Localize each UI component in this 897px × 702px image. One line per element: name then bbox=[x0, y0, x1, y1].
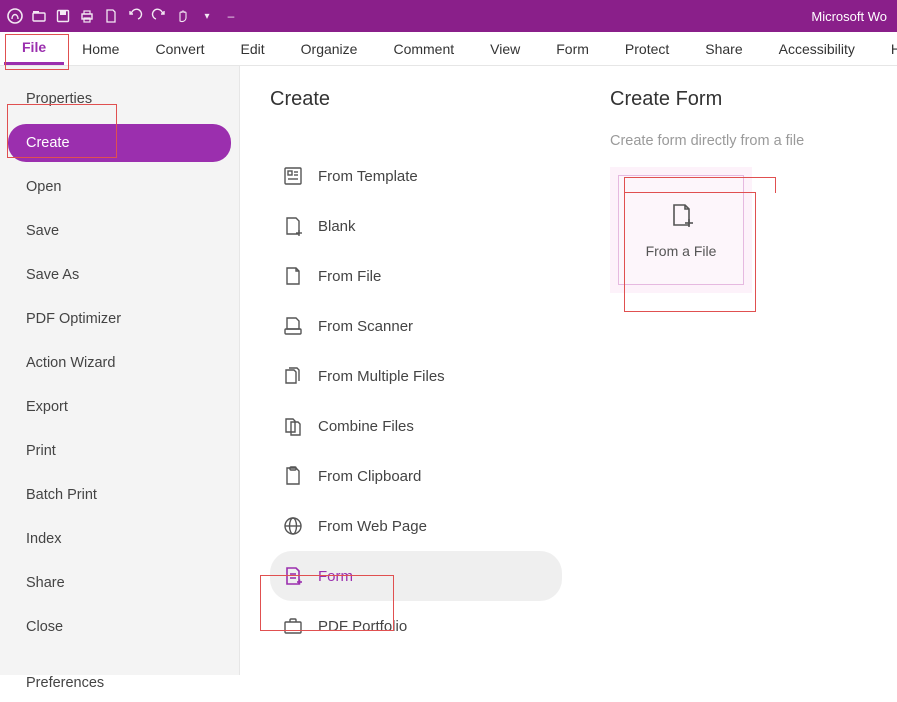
sidebar-item-close[interactable]: Close bbox=[8, 608, 231, 646]
create-form-subtitle: Create form directly from a file bbox=[610, 133, 879, 149]
save-icon[interactable] bbox=[54, 7, 72, 25]
open-icon[interactable] bbox=[30, 7, 48, 25]
tile-highlight-wrap: From a File bbox=[610, 167, 752, 293]
create-from-web-page[interactable]: From Web Page bbox=[270, 501, 562, 551]
web-icon bbox=[282, 515, 304, 537]
create-item-label: Blank bbox=[318, 218, 356, 235]
tab-comment[interactable]: Comment bbox=[375, 32, 472, 65]
sidebar-item-share[interactable]: Share bbox=[8, 564, 231, 602]
tile-label: From a File bbox=[646, 243, 717, 259]
sidebar-item-pdf-optimizer[interactable]: PDF Optimizer bbox=[8, 300, 231, 338]
quick-access-toolbar: ▾ ‒ bbox=[6, 7, 240, 25]
app-logo-icon[interactable] bbox=[6, 7, 24, 25]
create-item-label: Form bbox=[318, 568, 353, 585]
scanner-icon bbox=[282, 315, 304, 337]
more-dash-icon[interactable]: ‒ bbox=[222, 7, 240, 25]
create-from-scanner[interactable]: From Scanner bbox=[270, 301, 562, 351]
file-plus-icon bbox=[667, 201, 695, 229]
tab-protect[interactable]: Protect bbox=[607, 32, 687, 65]
portfolio-icon bbox=[282, 615, 304, 637]
redo-icon[interactable] bbox=[150, 7, 168, 25]
sidebar-item-print[interactable]: Print bbox=[8, 432, 231, 470]
tab-form[interactable]: Form bbox=[538, 32, 607, 65]
create-from-file[interactable]: From File bbox=[270, 251, 562, 301]
document-title: Microsoft Wo bbox=[811, 9, 891, 24]
sidebar-item-properties[interactable]: Properties bbox=[8, 80, 231, 118]
sidebar-item-batch-print[interactable]: Batch Print bbox=[8, 476, 231, 514]
undo-icon[interactable] bbox=[126, 7, 144, 25]
tab-file[interactable]: File bbox=[4, 32, 64, 65]
print-icon[interactable] bbox=[78, 7, 96, 25]
blank-icon bbox=[282, 215, 304, 237]
tab-home[interactable]: Home bbox=[64, 32, 137, 65]
create-options-panel: Create From Template Blank From File bbox=[240, 66, 580, 675]
create-pdf-portfolio[interactable]: PDF Portfolio bbox=[270, 601, 562, 651]
tab-edit[interactable]: Edit bbox=[223, 32, 283, 65]
sidebar-item-action-wizard[interactable]: Action Wizard bbox=[8, 344, 231, 382]
title-bar: ▾ ‒ Microsoft Wo bbox=[0, 0, 897, 32]
template-icon bbox=[282, 165, 304, 187]
create-heading: Create bbox=[270, 88, 562, 111]
create-blank[interactable]: Blank bbox=[270, 201, 562, 251]
from-a-file-tile[interactable]: From a File bbox=[618, 175, 744, 285]
file-icon bbox=[282, 265, 304, 287]
file-backstage: Properties Create Open Save Save As PDF … bbox=[0, 66, 897, 675]
clipboard-icon bbox=[282, 465, 304, 487]
create-item-label: From Web Page bbox=[318, 518, 427, 535]
create-item-label: Combine Files bbox=[318, 418, 414, 435]
create-form-panel: Create Form Create form directly from a … bbox=[580, 66, 897, 675]
sidebar-item-export[interactable]: Export bbox=[8, 388, 231, 426]
tab-help-truncated[interactable]: H bbox=[873, 32, 897, 65]
tab-view[interactable]: View bbox=[472, 32, 538, 65]
page-icon[interactable] bbox=[102, 7, 120, 25]
combine-icon bbox=[282, 415, 304, 437]
tab-share[interactable]: Share bbox=[687, 32, 760, 65]
hand-icon[interactable] bbox=[174, 7, 192, 25]
create-combine-files[interactable]: Combine Files bbox=[270, 401, 562, 451]
sidebar-item-preferences[interactable]: Preferences bbox=[8, 664, 231, 702]
create-item-label: From Template bbox=[318, 168, 418, 185]
sidebar-item-save[interactable]: Save bbox=[8, 212, 231, 250]
backstage-sidebar: Properties Create Open Save Save As PDF … bbox=[0, 66, 240, 675]
form-icon bbox=[282, 565, 304, 587]
dropdown-caret-icon[interactable]: ▾ bbox=[198, 7, 216, 25]
create-from-template[interactable]: From Template bbox=[270, 151, 562, 201]
create-item-label: From File bbox=[318, 268, 381, 285]
tab-convert[interactable]: Convert bbox=[137, 32, 222, 65]
ribbon-tabs: File Home Convert Edit Organize Comment … bbox=[0, 32, 897, 66]
sidebar-item-save-as[interactable]: Save As bbox=[8, 256, 231, 294]
create-from-multiple-files[interactable]: From Multiple Files bbox=[270, 351, 562, 401]
create-from-clipboard[interactable]: From Clipboard bbox=[270, 451, 562, 501]
create-item-label: From Clipboard bbox=[318, 468, 421, 485]
create-item-label: From Scanner bbox=[318, 318, 413, 335]
create-form[interactable]: Form bbox=[270, 551, 562, 601]
create-item-label: From Multiple Files bbox=[318, 368, 445, 385]
multi-file-icon bbox=[282, 365, 304, 387]
sidebar-item-open[interactable]: Open bbox=[8, 168, 231, 206]
create-item-label: PDF Portfolio bbox=[318, 618, 407, 635]
tab-organize[interactable]: Organize bbox=[283, 32, 376, 65]
create-form-heading: Create Form bbox=[610, 88, 879, 111]
sidebar-item-index[interactable]: Index bbox=[8, 520, 231, 558]
tab-accessibility[interactable]: Accessibility bbox=[761, 32, 873, 65]
sidebar-item-create[interactable]: Create bbox=[8, 124, 231, 162]
